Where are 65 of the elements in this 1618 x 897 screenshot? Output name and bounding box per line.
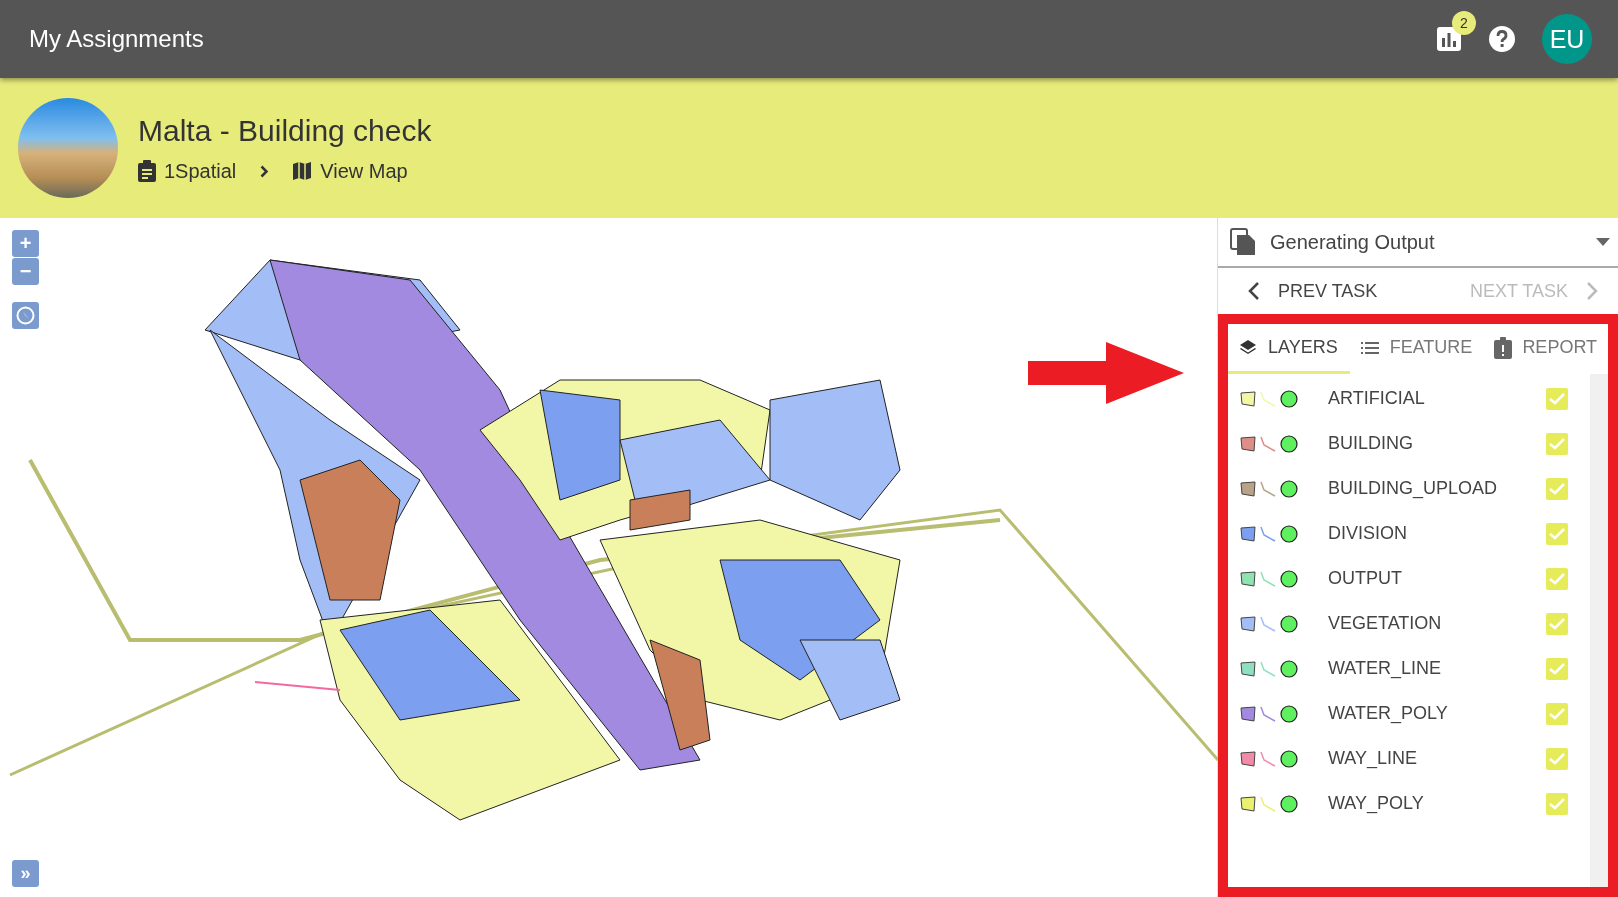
clipboard-icon bbox=[138, 160, 156, 182]
status-dot-icon bbox=[1280, 569, 1298, 588]
layer-checkbox[interactable] bbox=[1546, 702, 1568, 725]
layer-checkbox[interactable] bbox=[1546, 747, 1568, 770]
layer-name: WATER_POLY bbox=[1328, 703, 1449, 724]
list-icon bbox=[1359, 339, 1380, 356]
status-dot-icon bbox=[1280, 524, 1298, 543]
clipboard-alert-icon bbox=[1494, 336, 1513, 359]
map-icon bbox=[292, 161, 313, 181]
breadcrumb-link[interactable]: 1Spatial bbox=[138, 159, 237, 183]
line-swatch-icon bbox=[1260, 525, 1276, 542]
panel-tab[interactable]: REPORT bbox=[1484, 324, 1598, 374]
layer-checkbox[interactable] bbox=[1546, 567, 1568, 590]
user-avatar[interactable]: EU bbox=[1542, 14, 1592, 64]
line-swatch-icon bbox=[1260, 705, 1276, 722]
layer-name: VEGETATION bbox=[1328, 613, 1443, 634]
project-title: Malta - Building check bbox=[138, 113, 432, 148]
line-swatch-icon bbox=[1260, 795, 1276, 812]
layer-name: BUILDING_UPLOAD bbox=[1328, 478, 1499, 499]
line-swatch-icon bbox=[1260, 570, 1276, 587]
layer-name: DIVISION bbox=[1328, 523, 1408, 544]
status-dot-icon bbox=[1280, 704, 1298, 723]
breadcrumb-link[interactable]: View Map bbox=[292, 159, 408, 183]
prev-task-button[interactable]: PREV TASK bbox=[1248, 280, 1378, 302]
dropdown-caret-icon bbox=[1596, 238, 1610, 246]
layer-checkbox[interactable] bbox=[1546, 657, 1568, 680]
copy-icon bbox=[1230, 228, 1256, 256]
layer-name: WAY_LINE bbox=[1328, 748, 1419, 769]
status-dot-icon bbox=[1280, 614, 1298, 633]
line-swatch-icon bbox=[1260, 750, 1276, 767]
status-dot-icon bbox=[1280, 659, 1298, 678]
zoom-out-button[interactable]: − bbox=[12, 258, 39, 285]
bar-chart-icon[interactable] bbox=[1436, 26, 1462, 52]
app-title: My Assignments bbox=[29, 25, 205, 53]
layer-name: ARTIFICIAL bbox=[1328, 388, 1426, 409]
layer-checkbox[interactable] bbox=[1546, 477, 1568, 500]
layer-checkbox[interactable] bbox=[1546, 387, 1568, 410]
layer-name: OUTPUT bbox=[1328, 568, 1403, 589]
layer-checkbox[interactable] bbox=[1546, 612, 1568, 635]
status-dot-icon bbox=[1280, 749, 1298, 768]
status-dot-icon bbox=[1280, 434, 1298, 453]
status-dot-icon bbox=[1280, 479, 1298, 498]
chevron-right-icon bbox=[1586, 281, 1598, 301]
task-dropdown[interactable]: Generating Output bbox=[1218, 218, 1618, 268]
layer-checkbox[interactable] bbox=[1546, 792, 1568, 815]
layer-checkbox[interactable] bbox=[1546, 522, 1568, 545]
line-swatch-icon bbox=[1260, 435, 1276, 452]
line-swatch-icon bbox=[1260, 615, 1276, 632]
zoom-in-button[interactable]: + bbox=[12, 230, 39, 257]
expand-button[interactable]: » bbox=[12, 860, 39, 887]
layer-checkbox[interactable] bbox=[1546, 432, 1568, 455]
compass-icon[interactable] bbox=[12, 302, 39, 329]
layer-name: BUILDING bbox=[1328, 433, 1415, 454]
status-dot-icon bbox=[1280, 389, 1298, 408]
layer-name: WAY_POLY bbox=[1328, 793, 1425, 814]
status-dot-icon bbox=[1280, 794, 1298, 813]
layer-name: WATER_LINE bbox=[1328, 658, 1443, 679]
notification-badge: 2 bbox=[1452, 11, 1476, 35]
help-icon[interactable] bbox=[1488, 25, 1516, 53]
chevron-left-icon bbox=[1248, 281, 1260, 301]
line-swatch-icon bbox=[1260, 480, 1276, 497]
chevron-right-icon bbox=[260, 164, 269, 178]
line-swatch-icon bbox=[1260, 660, 1276, 677]
panel-tab[interactable]: FEATURE bbox=[1349, 324, 1485, 374]
line-swatch-icon bbox=[1260, 390, 1276, 407]
